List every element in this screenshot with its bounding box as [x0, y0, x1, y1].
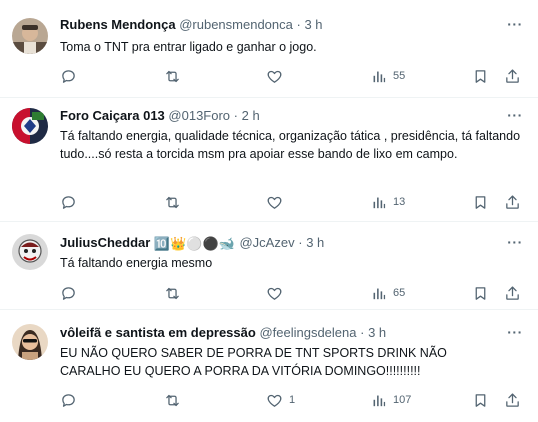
tweet-header: Foro Caiçara 013 @013Foro · 2 h	[60, 107, 498, 125]
separator: ·	[298, 235, 303, 250]
reply-button[interactable]	[60, 390, 83, 410]
timestamp[interactable]: 3 h	[368, 325, 386, 340]
views-button[interactable]: 55	[370, 66, 405, 86]
bookmark-icon	[472, 68, 489, 85]
reply-button[interactable]	[60, 283, 83, 303]
avatar[interactable]	[12, 108, 48, 144]
tweet-header: Rubens Mendonça @rubensmendonca · 3 h	[60, 16, 498, 34]
views-count: 65	[393, 287, 406, 299]
tweet-header: JuliusCheddar 🔟👑⚪⚫🐋 @JcAzev · 3 h	[60, 234, 498, 252]
retweet-button[interactable]	[164, 192, 187, 212]
tweet-actions: 1 107	[52, 390, 526, 410]
tweet[interactable]: JuliusCheddar 🔟👑⚪⚫🐋 @JcAzev · 3 h ··· Tá…	[0, 222, 538, 310]
retweet-icon	[164, 285, 181, 302]
heart-icon	[266, 392, 283, 409]
reply-button[interactable]	[60, 192, 83, 212]
timestamp[interactable]: 2 h	[242, 108, 260, 123]
share-icon	[504, 392, 521, 409]
bookmark-icon	[472, 285, 489, 302]
display-name[interactable]: vôleifã e santista em depressão	[60, 325, 256, 340]
views-chart-icon	[370, 194, 387, 211]
retweet-icon	[164, 392, 181, 409]
avatar[interactable]	[12, 324, 48, 360]
timestamp[interactable]: 3 h	[304, 17, 322, 32]
share-button[interactable]	[504, 283, 521, 303]
views-count: 13	[393, 196, 406, 208]
retweet-icon	[164, 194, 181, 211]
reply-icon	[60, 194, 77, 211]
avatar[interactable]	[12, 18, 48, 54]
tweet-actions: 65	[52, 283, 526, 303]
tweet[interactable]: Foro Caiçara 013 @013Foro · 2 h ··· Tá f…	[0, 98, 538, 222]
views-button[interactable]: 13	[370, 192, 405, 212]
reply-icon	[60, 68, 77, 85]
share-button[interactable]	[504, 390, 521, 410]
user-handle[interactable]: @JcAzev	[239, 235, 294, 250]
more-options-icon[interactable]: ···	[506, 17, 524, 36]
separator: ·	[233, 108, 238, 123]
tweet-text: Tá faltando energia, qualidade técnica, …	[60, 129, 521, 161]
heart-icon	[266, 285, 283, 302]
share-icon	[504, 285, 521, 302]
retweet-button[interactable]	[164, 66, 187, 86]
views-button[interactable]: 65	[370, 283, 405, 303]
user-handle[interactable]: @feelingsdelena	[259, 325, 356, 340]
share-button[interactable]	[504, 66, 521, 86]
retweet-icon	[164, 68, 181, 85]
separator: ·	[296, 17, 301, 32]
tweet-header: vôleifã e santista em depressão @feeling…	[60, 324, 498, 342]
reply-button[interactable]	[60, 66, 83, 86]
bookmark-button[interactable]	[472, 192, 489, 212]
heart-icon	[266, 68, 283, 85]
avatar[interactable]	[12, 234, 48, 270]
like-count: 1	[289, 394, 296, 406]
tweet[interactable]: Rubens Mendonça @rubensmendonca · 3 h ··…	[0, 0, 538, 98]
share-icon	[504, 194, 521, 211]
views-count: 55	[393, 70, 406, 82]
views-chart-icon	[370, 392, 387, 409]
share-button[interactable]	[504, 192, 521, 212]
name-emoji: 🔟👑⚪⚫🐋	[153, 235, 235, 251]
tweet-feed: Rubens Mendonça @rubensmendonca · 3 h ··…	[0, 0, 538, 422]
user-handle[interactable]: @rubensmendonca	[179, 17, 293, 32]
reply-icon	[60, 285, 77, 302]
bookmark-button[interactable]	[472, 66, 489, 86]
like-button[interactable]: 1	[266, 390, 295, 410]
views-button[interactable]: 107	[370, 390, 411, 410]
tweet-actions: 55	[52, 66, 526, 86]
display-name[interactable]: Foro Caiçara 013	[60, 108, 165, 123]
more-options-icon[interactable]: ···	[506, 108, 524, 127]
more-options-icon[interactable]: ···	[506, 235, 524, 254]
tweet-text: Toma o TNT pra entrar ligado e ganhar o …	[60, 40, 317, 54]
tweet[interactable]: vôleifã e santista em depressão @feeling…	[0, 310, 538, 422]
timestamp[interactable]: 3 h	[306, 235, 324, 250]
bookmark-button[interactable]	[472, 283, 489, 303]
bookmark-button[interactable]	[472, 390, 489, 410]
bookmark-icon	[472, 194, 489, 211]
views-count: 107	[393, 394, 412, 406]
views-chart-icon	[370, 68, 387, 85]
like-button[interactable]	[266, 192, 289, 212]
bookmark-icon	[472, 392, 489, 409]
reply-icon	[60, 392, 77, 409]
share-icon	[504, 68, 521, 85]
more-options-icon[interactable]: ···	[506, 325, 524, 344]
like-button[interactable]	[266, 283, 289, 303]
tweet-actions: 13	[52, 192, 526, 212]
tweet-text: Tá faltando energia mesmo	[60, 256, 213, 270]
heart-icon	[266, 194, 283, 211]
separator: ·	[360, 325, 365, 340]
retweet-button[interactable]	[164, 283, 187, 303]
user-handle[interactable]: @013Foro	[168, 108, 230, 123]
like-button[interactable]	[266, 66, 289, 86]
views-chart-icon	[370, 285, 387, 302]
display-name[interactable]: JuliusCheddar	[60, 235, 150, 250]
retweet-button[interactable]	[164, 390, 187, 410]
display-name[interactable]: Rubens Mendonça	[60, 17, 176, 32]
tweet-text: EU NÃO QUERO SABER DE PORRA DE TNT SPORT…	[60, 346, 447, 378]
